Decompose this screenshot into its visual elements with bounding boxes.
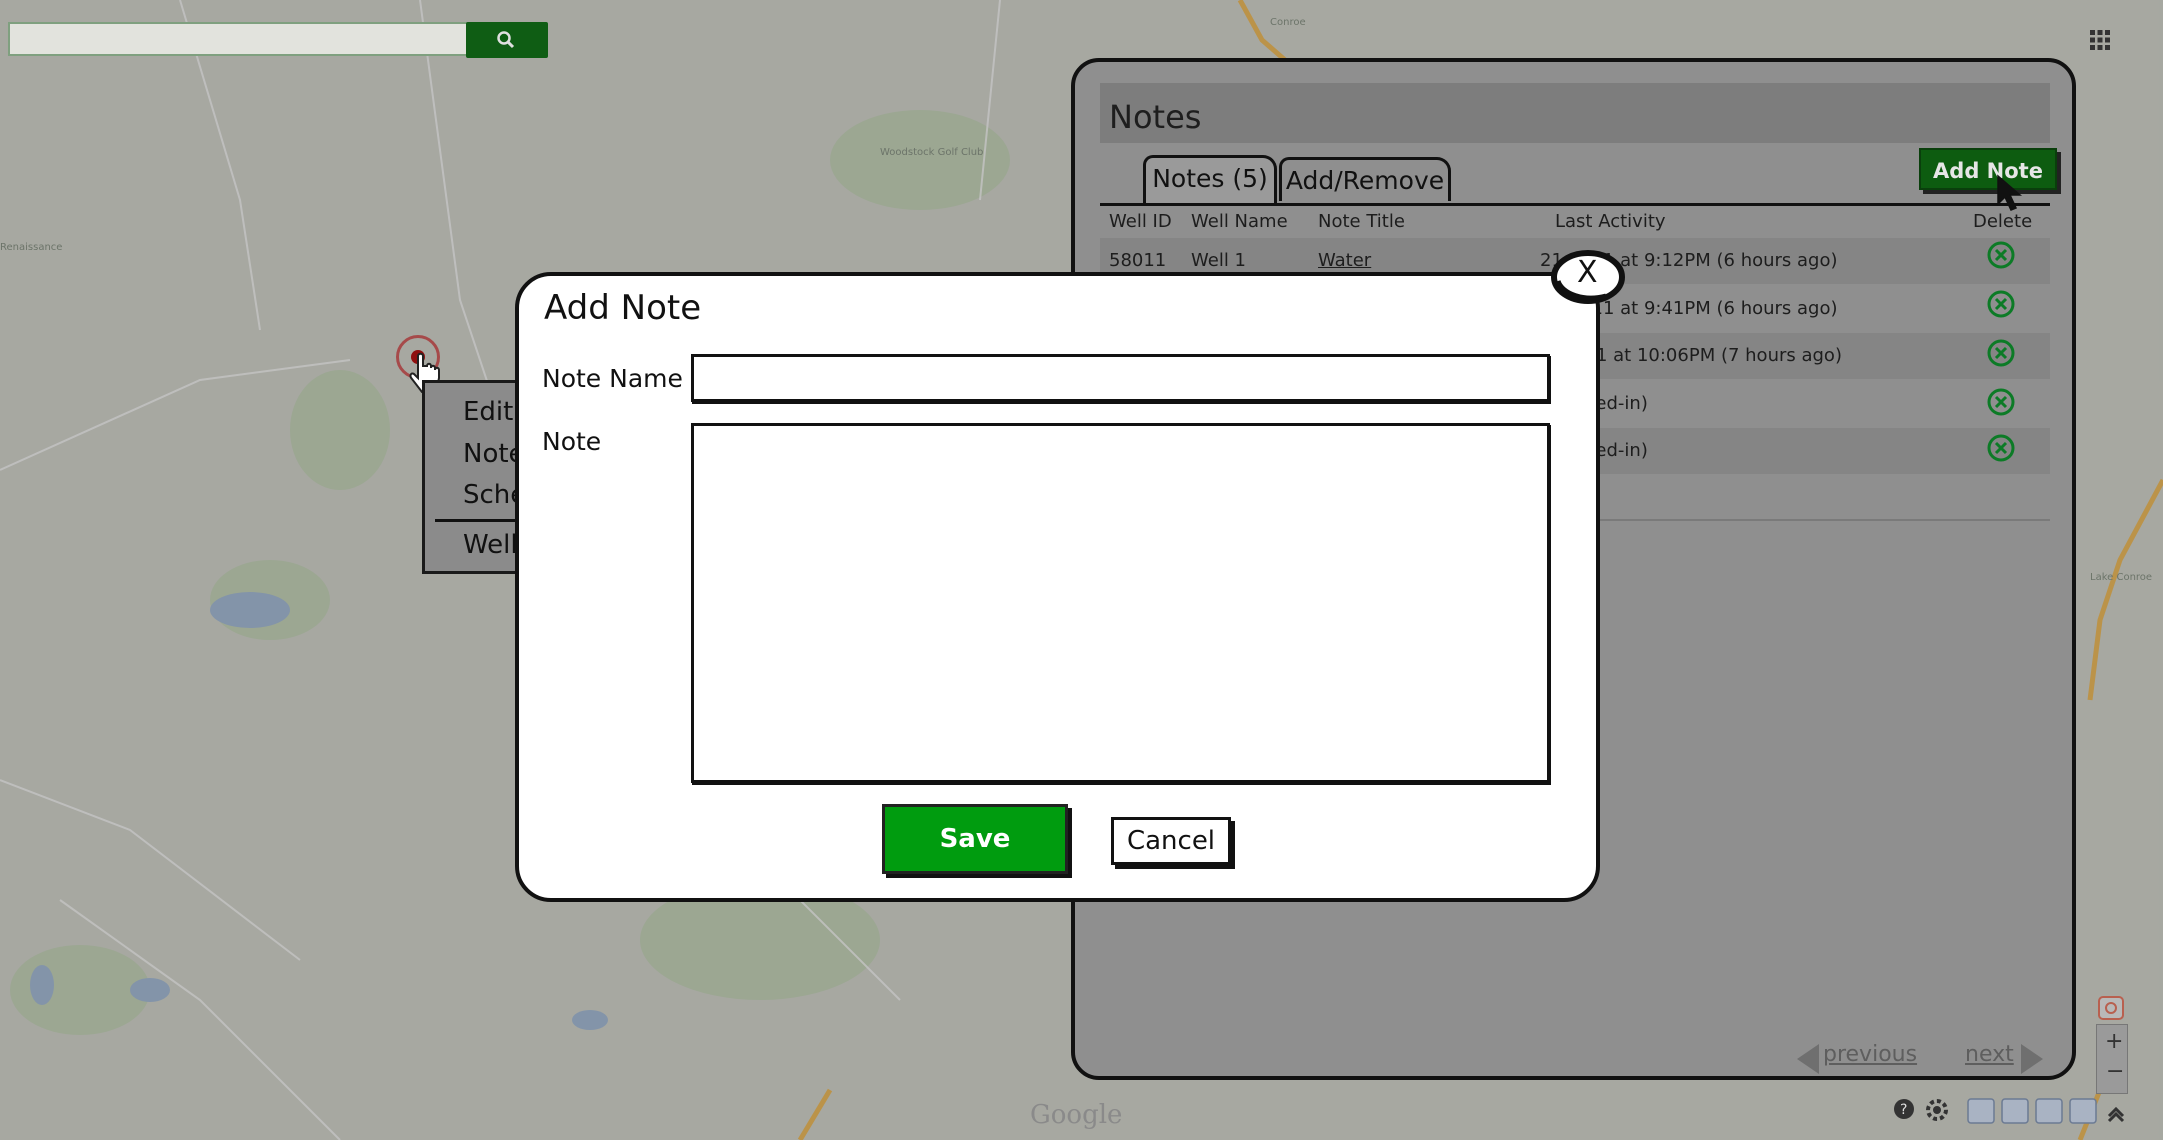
- ctx-item-well[interactable]: Well: [463, 530, 518, 560]
- delete-icon[interactable]: [1986, 338, 2016, 368]
- ctx-separator: [435, 519, 525, 522]
- col-delete: Delete: [1973, 211, 2033, 232]
- svg-text:?: ?: [1900, 1102, 1907, 1118]
- tab-notes[interactable]: Notes (5): [1143, 155, 1277, 203]
- search-button[interactable]: [466, 22, 548, 58]
- cancel-button[interactable]: Cancel: [1111, 817, 1231, 865]
- col-well-id: Well ID: [1109, 211, 1172, 232]
- note-name-label: Note Name: [542, 364, 683, 393]
- note-name-input[interactable]: [691, 354, 1550, 402]
- arrow-cursor-icon: [1997, 174, 2023, 211]
- previous-arrow-icon[interactable]: [1797, 1044, 1819, 1074]
- delete-icon[interactable]: [1986, 387, 2016, 417]
- close-button-label[interactable]: X: [1577, 255, 1598, 290]
- tab-baseline: [1100, 203, 2050, 206]
- google-logo: Google: [1030, 1100, 1123, 1130]
- search-icon: [497, 31, 515, 49]
- chevron-up-icon[interactable]: [2104, 1100, 2128, 1124]
- map-search-input[interactable]: [8, 22, 468, 56]
- col-well-name: Well Name: [1191, 211, 1288, 232]
- context-menu: Edit Note Sche Well: [422, 380, 526, 574]
- notes-panel-title: Notes: [1109, 98, 1202, 136]
- note-label: Note: [542, 427, 602, 456]
- add-note-button[interactable]: Add Note: [1919, 148, 2057, 190]
- pager-previous-link[interactable]: previous: [1823, 1042, 1917, 1067]
- zoom-out-icon[interactable]: −: [2106, 1059, 2124, 1084]
- help-icon[interactable]: ?: [1893, 1098, 1915, 1120]
- street-view-icon[interactable]: [2097, 995, 2125, 1021]
- apps-grid-icon[interactable]: [2088, 28, 2112, 52]
- ctx-item-edit[interactable]: Edit: [463, 397, 513, 427]
- pager-next-link[interactable]: next: [1965, 1042, 2014, 1067]
- col-last-activity: Last Activity: [1555, 211, 1666, 232]
- note-textarea[interactable]: [691, 423, 1550, 783]
- delete-icon[interactable]: [1986, 240, 2016, 270]
- zoom-in-icon[interactable]: +: [2105, 1029, 2123, 1054]
- dialog-title: Add Note: [544, 288, 702, 328]
- delete-icon[interactable]: [1986, 289, 2016, 319]
- tab-add-remove[interactable]: Add/Remove: [1279, 157, 1451, 201]
- save-button[interactable]: Save: [882, 804, 1068, 874]
- next-arrow-icon[interactable]: [2021, 1044, 2043, 1074]
- zoom-control[interactable]: + −: [2096, 1024, 2128, 1094]
- notes-panel-header: [1100, 83, 2050, 143]
- gear-icon[interactable]: [1925, 1098, 1949, 1122]
- delete-icon[interactable]: [1986, 433, 2016, 463]
- view-mode-icons[interactable]: [1966, 1096, 2106, 1126]
- col-note-title: Note Title: [1318, 211, 1405, 232]
